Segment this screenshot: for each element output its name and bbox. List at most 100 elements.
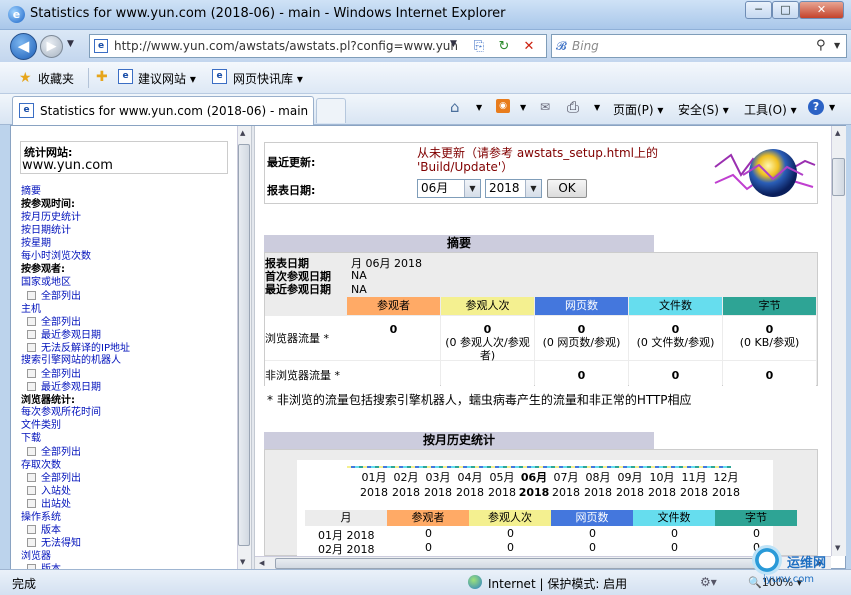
nav-link[interactable]: 搜索引擎网站的机器人 xyxy=(21,355,121,366)
nav-item[interactable]: 最近参观日期 xyxy=(27,381,101,394)
ok-button[interactable]: OK xyxy=(547,179,587,198)
nav-link[interactable]: 无法反解译的IP地址 xyxy=(41,343,130,354)
scroll-left-icon[interactable]: ◀ xyxy=(259,559,264,567)
feeds-dropdown-icon[interactable]: ▼ xyxy=(520,103,526,112)
forward-button[interactable]: ▶ xyxy=(40,35,63,58)
main-scroll-down-icon[interactable]: ▼ xyxy=(835,544,840,552)
nav-link[interactable]: 按星期 xyxy=(21,238,51,249)
add-favorite-icon[interactable]: ✚ xyxy=(96,69,108,85)
nav-link[interactable]: 出站处 xyxy=(41,499,71,510)
feeds-icon[interactable]: ◉ xyxy=(496,99,510,113)
refresh-icon[interactable]: ↻ xyxy=(495,38,513,56)
home-icon[interactable]: ⌂ xyxy=(450,98,460,116)
nav-item[interactable]: 全部列出 xyxy=(27,316,81,329)
nav-link[interactable]: 版本 xyxy=(41,525,61,536)
new-tab-button[interactable] xyxy=(316,98,346,123)
suggested-sites-button[interactable]: 建议网站 ▾ xyxy=(138,70,196,87)
address-input[interactable]: http://www.yun.com/awstats/awstats.pl?co… xyxy=(114,39,459,53)
nav-link[interactable]: 下载 xyxy=(21,433,41,444)
nav-link[interactable]: 全部列出 xyxy=(41,317,81,328)
help-icon[interactable]: ? xyxy=(808,99,824,115)
horizontal-scroll-thumb[interactable] xyxy=(275,558,775,569)
nav-link[interactable]: 按日期统计 xyxy=(21,225,71,236)
page-menu[interactable]: 页面(P) ▾ xyxy=(613,101,663,118)
chevron-down-icon[interactable]: ▼ xyxy=(464,180,480,197)
search-dropdown-icon[interactable]: ▼ xyxy=(834,41,840,50)
nav-item[interactable]: 出站处 xyxy=(27,498,71,511)
tools-menu[interactable]: 工具(O) ▾ xyxy=(744,101,797,118)
web-slice-gallery-button[interactable]: 网页快讯库 ▾ xyxy=(233,70,303,87)
back-button[interactable]: ◀ xyxy=(10,33,37,60)
main-scroll-up-icon[interactable]: ▲ xyxy=(835,129,840,137)
nav-item[interactable]: 主机 xyxy=(21,303,41,316)
compatibility-view-icon[interactable]: ⎘ xyxy=(470,38,488,56)
stop-icon[interactable]: ✕ xyxy=(520,38,538,56)
nav-item[interactable]: 版本 xyxy=(27,524,61,537)
search-input[interactable]: Bing xyxy=(572,39,599,53)
nav-link[interactable]: 每次参观所花时间 xyxy=(21,407,101,418)
year-select[interactable]: 2018 ▼ xyxy=(485,179,542,198)
favorites-button[interactable]: 收藏夹 xyxy=(38,70,74,87)
nav-item[interactable]: 浏览器 xyxy=(21,550,51,563)
nav-link[interactable]: 摘要 xyxy=(21,186,41,197)
nav-item[interactable]: 按星期 xyxy=(21,237,51,250)
left-scroll-down-icon[interactable]: ▼ xyxy=(240,558,245,566)
nav-item[interactable]: 摘要 xyxy=(21,185,41,198)
nav-link[interactable]: 入站处 xyxy=(41,486,71,497)
nav-item[interactable]: 按月历史统计 xyxy=(21,211,81,224)
nav-link[interactable]: 每小时浏览次数 xyxy=(21,251,91,262)
nav-link[interactable]: 无法得知 xyxy=(41,538,81,549)
nav-item[interactable]: 存取次数 xyxy=(21,459,61,472)
nav-link[interactable]: 主机 xyxy=(21,304,41,315)
nav-link[interactable]: 浏览器 xyxy=(21,551,51,562)
month-select[interactable]: 06月 ▼ xyxy=(417,179,481,198)
nav-link[interactable]: 最近参观日期 xyxy=(41,330,101,341)
close-button[interactable]: ✕ xyxy=(799,1,844,19)
main-scroll-thumb[interactable] xyxy=(832,158,845,196)
search-box[interactable]: 𝓑 Bing ⚲ ▼ xyxy=(551,34,847,58)
nav-link[interactable]: 存取次数 xyxy=(21,460,61,471)
search-icon[interactable]: ⚲ xyxy=(816,38,826,53)
nav-link[interactable]: 按月历史统计 xyxy=(21,212,81,223)
horizontal-scrollbar[interactable]: ◀ ▶ xyxy=(255,556,831,570)
nav-link[interactable]: 最近参观日期 xyxy=(41,382,101,393)
nav-link[interactable]: 文件类别 xyxy=(21,420,61,431)
nav-item[interactable]: 每次参观所花时间 xyxy=(21,406,101,419)
maximize-button[interactable]: □ xyxy=(772,1,799,19)
left-scroll-up-icon[interactable]: ▲ xyxy=(240,129,245,137)
security-icon[interactable]: ⚙▾ xyxy=(700,575,717,589)
mail-icon[interactable]: ✉ xyxy=(540,100,550,114)
nav-link[interactable]: 全部列出 xyxy=(41,473,81,484)
nav-link[interactable]: 国家或地区 xyxy=(21,277,71,288)
print-icon[interactable]: ⎙ xyxy=(567,98,579,116)
minimize-button[interactable]: ─ xyxy=(745,1,772,19)
help-dropdown-icon[interactable]: ▼ xyxy=(829,103,835,112)
nav-item[interactable]: 操作系统 xyxy=(21,511,61,524)
nav-item[interactable]: 全部列出 xyxy=(27,472,81,485)
address-bar[interactable]: e http://www.yun.com/awstats/awstats.pl?… xyxy=(89,34,547,58)
zone-text[interactable]: Internet | 保护模式: 启用 xyxy=(488,575,627,592)
chevron-down-icon[interactable]: ▼ xyxy=(525,180,541,197)
address-dropdown-icon[interactable]: ▼ xyxy=(450,39,457,49)
nav-item[interactable]: 全部列出 xyxy=(27,290,81,303)
safety-menu[interactable]: 安全(S) ▾ xyxy=(678,101,729,118)
nav-item[interactable]: 下载 xyxy=(21,432,41,445)
nav-item[interactable]: 全部列出 xyxy=(27,368,81,381)
favorites-star-icon[interactable]: ★ xyxy=(19,70,32,86)
nav-item[interactable]: 全部列出 xyxy=(27,446,81,459)
nav-link[interactable]: 全部列出 xyxy=(41,369,81,380)
nav-item[interactable]: 文件类别 xyxy=(21,419,61,432)
nav-item[interactable]: 每小时浏览次数 xyxy=(21,250,91,263)
history-dropdown-icon[interactable]: ▼ xyxy=(67,39,74,49)
nav-link[interactable]: 全部列出 xyxy=(41,291,81,302)
nav-item[interactable]: 国家或地区 xyxy=(21,276,71,289)
nav-item[interactable]: 最近参观日期 xyxy=(27,329,101,342)
nav-item[interactable]: 无法得知 xyxy=(27,537,81,550)
nav-item[interactable]: 入站处 xyxy=(27,485,71,498)
print-dropdown-icon[interactable]: ▼ xyxy=(594,103,600,112)
left-scroll-thumb[interactable] xyxy=(238,144,250,546)
nav-link[interactable]: 全部列出 xyxy=(41,447,81,458)
nav-item[interactable]: 搜索引擎网站的机器人 xyxy=(21,354,121,367)
nav-link[interactable]: 操作系统 xyxy=(21,512,61,523)
nav-item[interactable]: 按日期统计 xyxy=(21,224,71,237)
